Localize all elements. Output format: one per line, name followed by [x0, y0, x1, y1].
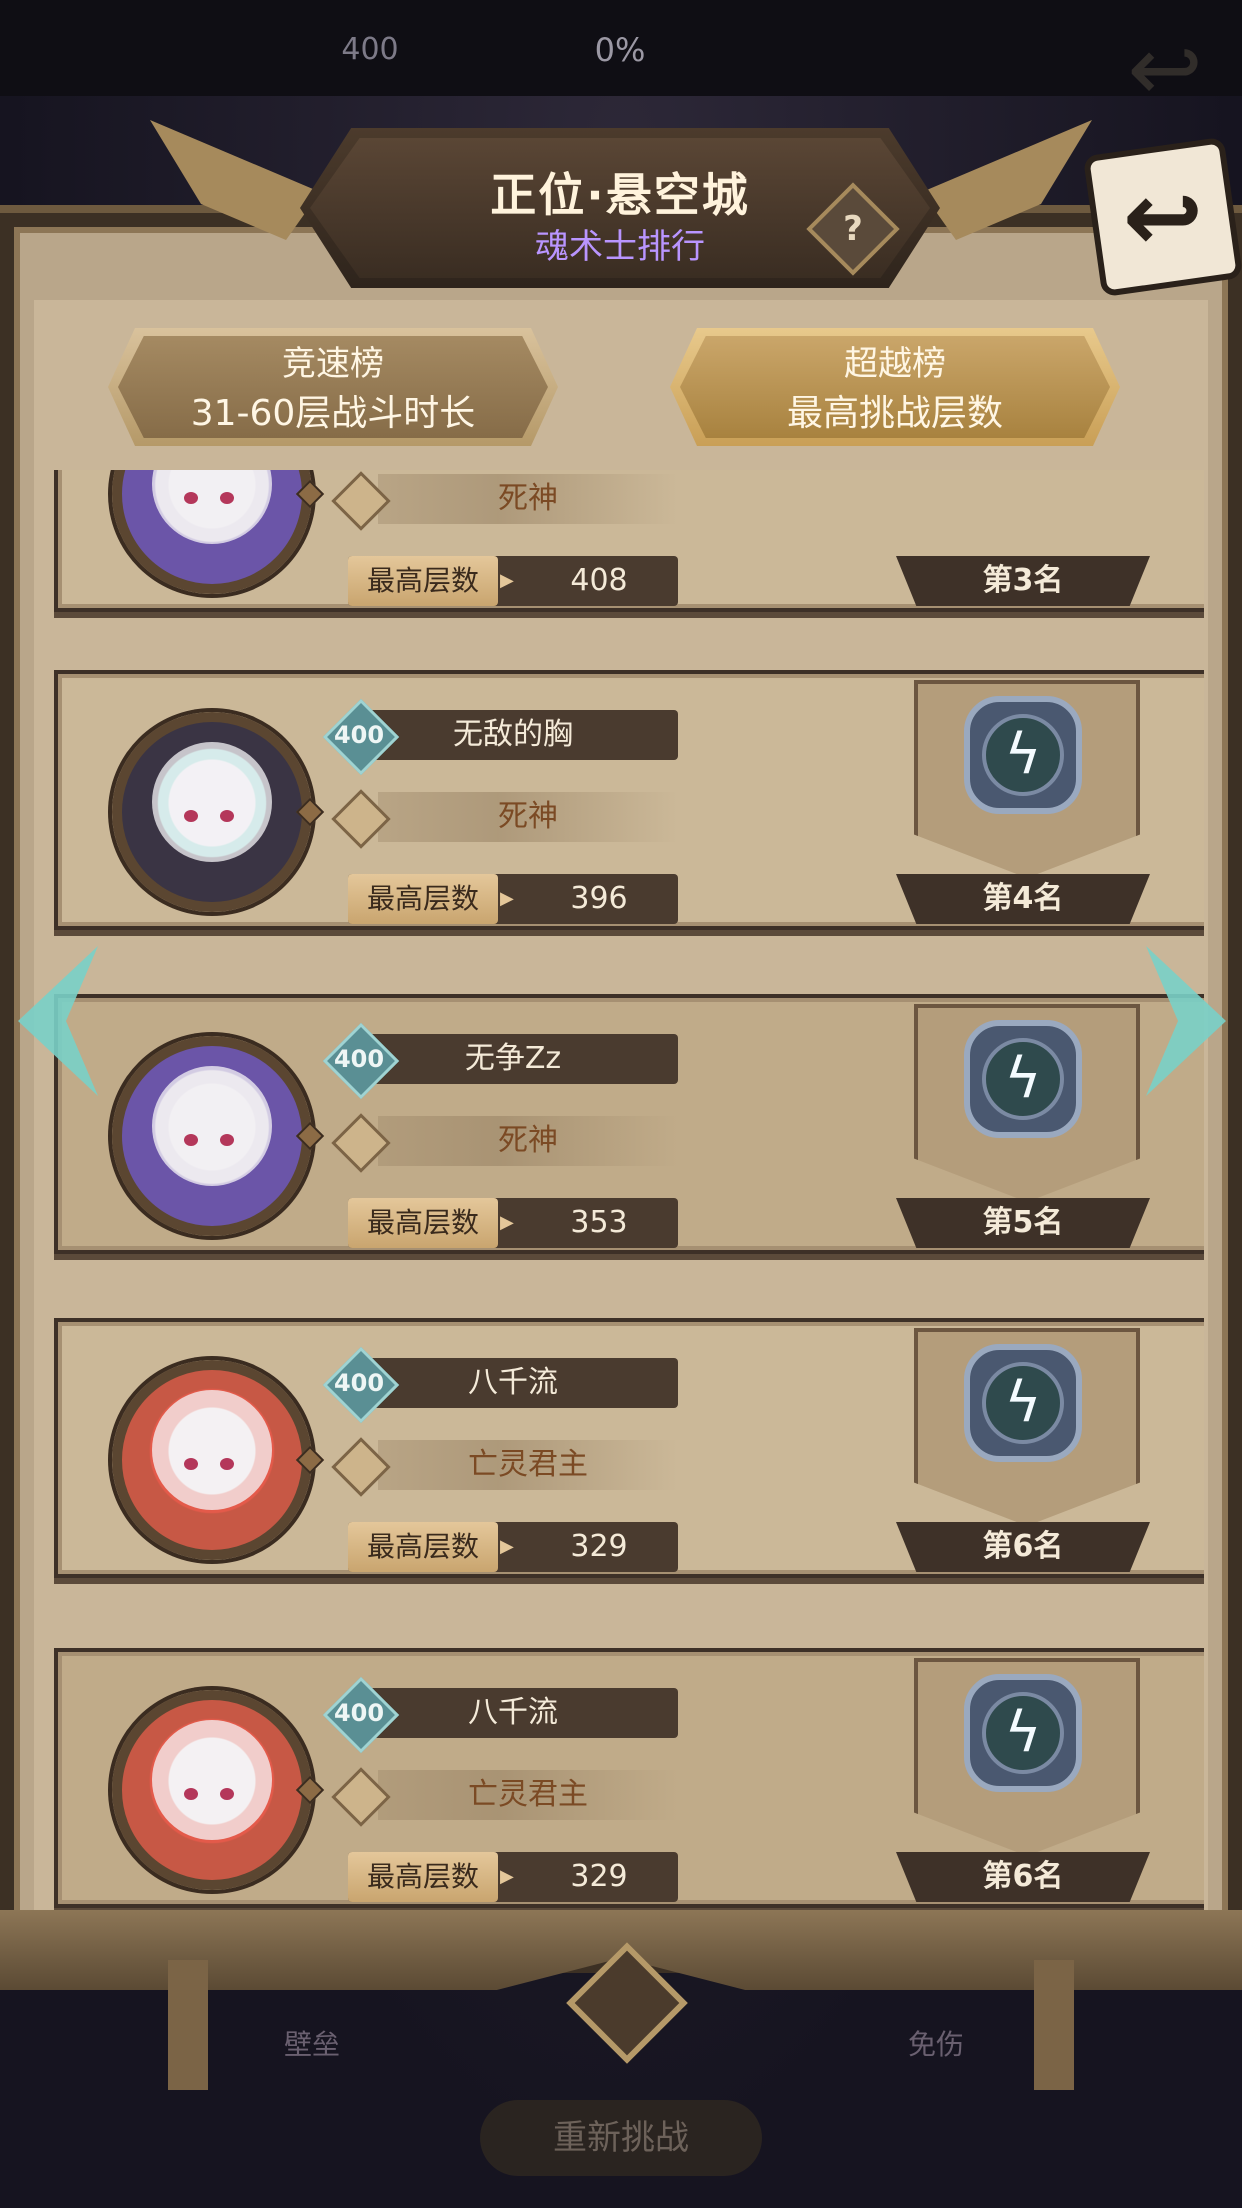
- rank-text: 第4名: [982, 881, 1064, 916]
- title-crest-icon: [331, 471, 391, 531]
- score-value: 329: [570, 1529, 628, 1564]
- avatar: [112, 1360, 312, 1560]
- help-icon[interactable]: ?: [820, 196, 886, 262]
- avatar: [112, 1690, 312, 1890]
- tab-surpass-ranking-subtitle: 最高挑战层数: [786, 393, 1003, 434]
- back-arrow-icon[interactable]: ↩: [1092, 146, 1234, 288]
- title-crest-icon: [331, 789, 391, 849]
- top-progress-text: 0%: [594, 31, 646, 69]
- title-crest-icon: [331, 1113, 391, 1173]
- score-arrow-icon: ▶: [500, 1212, 514, 1233]
- ranking-list[interactable]: 死神 最高层数 ▶ 408 第3名 无敌的胸 400 死神 最高层数 ▶ 396…: [54, 470, 1204, 1920]
- player-title: 死神: [498, 799, 558, 834]
- score-label: 最高层数: [366, 1206, 479, 1239]
- title-crest-icon: [331, 1437, 391, 1497]
- avatar-hair: [152, 1720, 272, 1840]
- retry-button-label[interactable]: 重新挑战: [480, 2100, 762, 2176]
- player-title: 亡灵君主: [468, 1777, 588, 1812]
- level-badge: 400: [322, 1022, 400, 1100]
- ranking-entry[interactable]: 死神 最高层数 ▶ 408 第3名: [54, 470, 1204, 612]
- avatar: [112, 712, 312, 912]
- score-arrow-icon: ▶: [500, 1536, 514, 1557]
- avatar-eye: [184, 1134, 198, 1146]
- player-title: 亡灵君主: [468, 1447, 588, 1482]
- bolt-icon: ϟ: [1004, 1700, 1042, 1765]
- lightning-medal-icon: ϟ: [964, 1344, 1082, 1474]
- frame-pillar-right: [1034, 1960, 1074, 2090]
- score-label: 最高层数: [366, 1530, 479, 1563]
- score-label: 最高层数: [366, 882, 479, 915]
- ranking-entry[interactable]: 无争Zz 400 死神 最高层数 ▶ 353 ϟ 第5名: [54, 994, 1204, 1254]
- avatar-eye: [184, 1458, 198, 1470]
- score-value: 353: [570, 1205, 628, 1240]
- avatar-eye: [220, 1458, 234, 1470]
- rank-text: 第6名: [982, 1529, 1064, 1564]
- score-value: 396: [570, 881, 628, 916]
- rank-text: 第5名: [982, 1205, 1064, 1240]
- avatar-eye: [220, 810, 234, 822]
- score-value: 408: [570, 563, 628, 598]
- lightning-medal-icon: ϟ: [964, 696, 1082, 826]
- avatar-hair: [152, 742, 272, 862]
- player-level: 400: [333, 721, 385, 749]
- score-label: 最高层数: [366, 564, 479, 597]
- score-label: 最高层数: [366, 1860, 479, 1893]
- avatar-eye: [220, 492, 234, 504]
- player-title: 死神: [498, 1123, 558, 1158]
- player-level: 400: [333, 1699, 385, 1727]
- avatar-hair: [152, 1390, 272, 1510]
- frame-pillar-left: [168, 1960, 208, 2090]
- level-badge: 400: [322, 1346, 400, 1424]
- bolt-icon: ϟ: [1004, 1370, 1042, 1435]
- avatar-hair: [152, 470, 272, 544]
- tab-speed-ranking-subtitle: 31-60层战斗时长: [190, 393, 476, 434]
- lightning-medal-icon: ϟ: [964, 1674, 1082, 1804]
- avatar-eye: [184, 1788, 198, 1800]
- score-arrow-icon: ▶: [500, 1866, 514, 1887]
- avatar-eye: [184, 810, 198, 822]
- player-level: 400: [333, 1369, 385, 1397]
- score-value: 329: [570, 1859, 628, 1894]
- score-arrow-icon: ▶: [500, 570, 514, 591]
- lightning-medal-icon: ϟ: [964, 1020, 1082, 1150]
- tab-speed-ranking-title: 竞速榜: [282, 344, 384, 384]
- avatar-eye: [184, 492, 198, 504]
- player-level: 400: [333, 1045, 385, 1073]
- level-badge: 400: [322, 698, 400, 776]
- background-back-icon: ↩: [1127, 17, 1203, 122]
- rank-text: 第3名: [982, 563, 1064, 598]
- tab-speed-ranking[interactable]: 竞速榜 31-60层战斗时长: [108, 328, 558, 446]
- level-badge: 400: [322, 1676, 400, 1754]
- avatar: [112, 470, 312, 594]
- avatar: [112, 1036, 312, 1236]
- tab-surpass-ranking-title: 超越榜: [844, 344, 946, 384]
- player-title: 死神: [498, 481, 558, 516]
- tab-surpass-ranking[interactable]: 超越榜 最高挑战层数: [670, 328, 1120, 446]
- ranking-entry[interactable]: 无敌的胸 400 死神 最高层数 ▶ 396 ϟ 第4名: [54, 670, 1204, 930]
- background-label-right: 免伤: [907, 2028, 964, 2061]
- top-level-indicator: 400: [341, 32, 399, 67]
- avatar-eye: [220, 1134, 234, 1146]
- bolt-icon: ϟ: [1004, 722, 1042, 787]
- title-crest-icon: [331, 1767, 391, 1827]
- avatar-hair: [152, 1066, 272, 1186]
- ranking-entry-self[interactable]: 八千流 400 亡灵君主 最高层数 ▶ 329 ϟ 第6名: [54, 1648, 1204, 1908]
- rank-text: 第6名: [982, 1859, 1064, 1894]
- score-arrow-icon: ▶: [500, 888, 514, 909]
- avatar-eye: [220, 1788, 234, 1800]
- background-label-left: 壁垒: [283, 2028, 340, 2061]
- bolt-icon: ϟ: [1004, 1046, 1042, 1111]
- ranking-entry[interactable]: 八千流 400 亡灵君主 最高层数 ▶ 329 ϟ 第6名: [54, 1318, 1204, 1578]
